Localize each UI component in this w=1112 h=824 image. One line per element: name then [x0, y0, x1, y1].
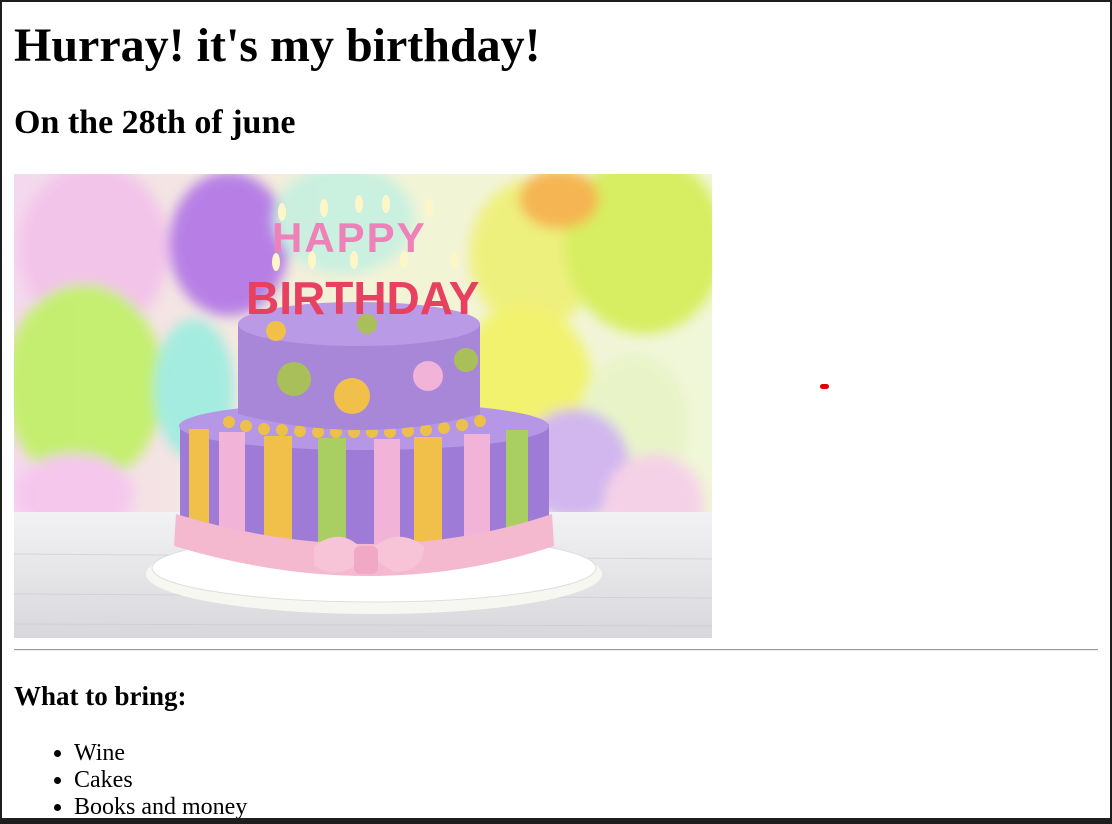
page-title: Hurray! it's my birthday! — [14, 19, 541, 72]
page-subtitle: On the 28th of june — [14, 104, 296, 141]
bring-list: Wine Cakes Books and money — [34, 740, 247, 818]
birthday-cake-image: HAPPY BIRTHDAY — [14, 174, 712, 638]
list-item: Cakes — [74, 767, 247, 794]
page: Hurray! it's my birthday! On the 28th of… — [2, 2, 1110, 818]
divider — [14, 649, 1098, 651]
cursor-marker — [820, 384, 829, 389]
list-heading: What to bring: — [14, 681, 187, 711]
svg-text:BIRTHDAY: BIRTHDAY — [246, 272, 479, 324]
list-item: Books and money — [74, 794, 247, 818]
list-item: Wine — [74, 740, 247, 767]
